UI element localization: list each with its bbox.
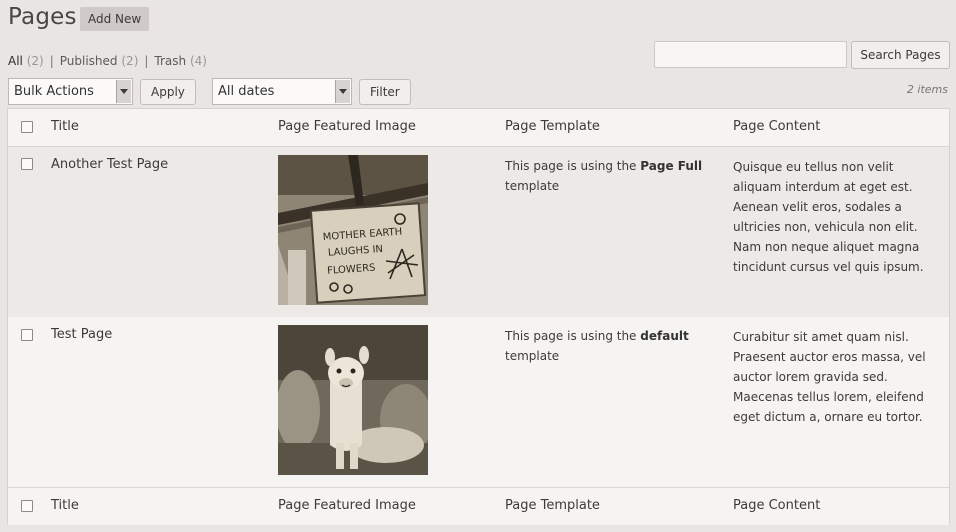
template-name: default bbox=[640, 329, 689, 343]
chevron-down-icon bbox=[116, 80, 131, 103]
row-checkbox[interactable] bbox=[21, 329, 33, 341]
pages-screen: Pages Add New All (2) | Published (2) | Tras… bbox=[0, 0, 956, 532]
column-page-template: Page Template bbox=[505, 498, 600, 513]
table-row: Test Page This page is using the default… bbox=[8, 317, 949, 487]
chevron-down-icon bbox=[335, 80, 350, 103]
page-content-text: Quisque eu tellus non velit aliquam inte… bbox=[733, 160, 924, 274]
add-new-button[interactable]: Add New bbox=[80, 7, 150, 31]
dates-filter-value: All dates bbox=[218, 84, 275, 99]
filter-button[interactable]: Filter bbox=[359, 79, 411, 105]
select-all-checkbox[interactable] bbox=[21, 500, 33, 512]
page-title-link[interactable]: Test Page bbox=[51, 327, 112, 342]
template-prefix: This page is using the bbox=[505, 329, 637, 343]
page-template-text: This page is using the Page Full templat… bbox=[505, 156, 705, 196]
sign-mother-earth-image: MOTHER EARTH LAUGHS IN FLOWERS bbox=[278, 155, 428, 305]
row-checkbox[interactable] bbox=[21, 158, 33, 170]
column-title[interactable]: Title bbox=[51, 498, 79, 513]
search-input[interactable] bbox=[654, 41, 847, 68]
column-page-content: Page Content bbox=[733, 119, 821, 134]
column-featured-image: Page Featured Image bbox=[278, 498, 416, 513]
bulk-actions-value: Bulk Actions bbox=[14, 84, 94, 99]
page-template-text: This page is using the default template bbox=[505, 326, 705, 366]
view-separator: | bbox=[49, 54, 54, 68]
view-filters: All (2) | Published (2) | Trash (4) bbox=[8, 54, 207, 68]
items-count: 2 items bbox=[906, 83, 948, 96]
pages-table: Title Page Featured Image Page Template … bbox=[7, 108, 950, 525]
template-prefix: This page is using the bbox=[505, 159, 637, 173]
bulk-actions-select[interactable]: Bulk Actions bbox=[8, 78, 133, 105]
view-all-link[interactable]: All (2) bbox=[8, 54, 44, 68]
column-page-template: Page Template bbox=[505, 119, 600, 134]
table-row: Another Test Page MOTHER EARTH LAUGHS IN… bbox=[8, 147, 949, 317]
column-title[interactable]: Title bbox=[51, 119, 79, 134]
page-content-text: Curabitur sit amet quam nisl. Praesent a… bbox=[733, 330, 926, 424]
dates-filter-select[interactable]: All dates bbox=[212, 78, 352, 105]
template-name: Page Full bbox=[640, 159, 703, 173]
page-title: Pages bbox=[8, 4, 77, 30]
column-page-content: Page Content bbox=[733, 498, 821, 513]
view-trash-link[interactable]: Trash (4) bbox=[154, 54, 207, 68]
view-separator: | bbox=[144, 54, 149, 68]
select-all-checkbox[interactable] bbox=[21, 121, 33, 133]
view-published-link[interactable]: Published (2) bbox=[60, 54, 139, 68]
alpaca-image bbox=[278, 325, 428, 475]
table-footer: Title Page Featured Image Page Template … bbox=[8, 487, 949, 525]
table-header: Title Page Featured Image Page Template … bbox=[8, 109, 949, 147]
apply-button[interactable]: Apply bbox=[140, 79, 196, 105]
search-pages-button[interactable]: Search Pages bbox=[851, 41, 950, 69]
template-suffix: template bbox=[505, 179, 560, 193]
column-featured-image: Page Featured Image bbox=[278, 119, 416, 134]
template-suffix: template bbox=[505, 349, 560, 363]
page-title-link[interactable]: Another Test Page bbox=[51, 157, 168, 172]
